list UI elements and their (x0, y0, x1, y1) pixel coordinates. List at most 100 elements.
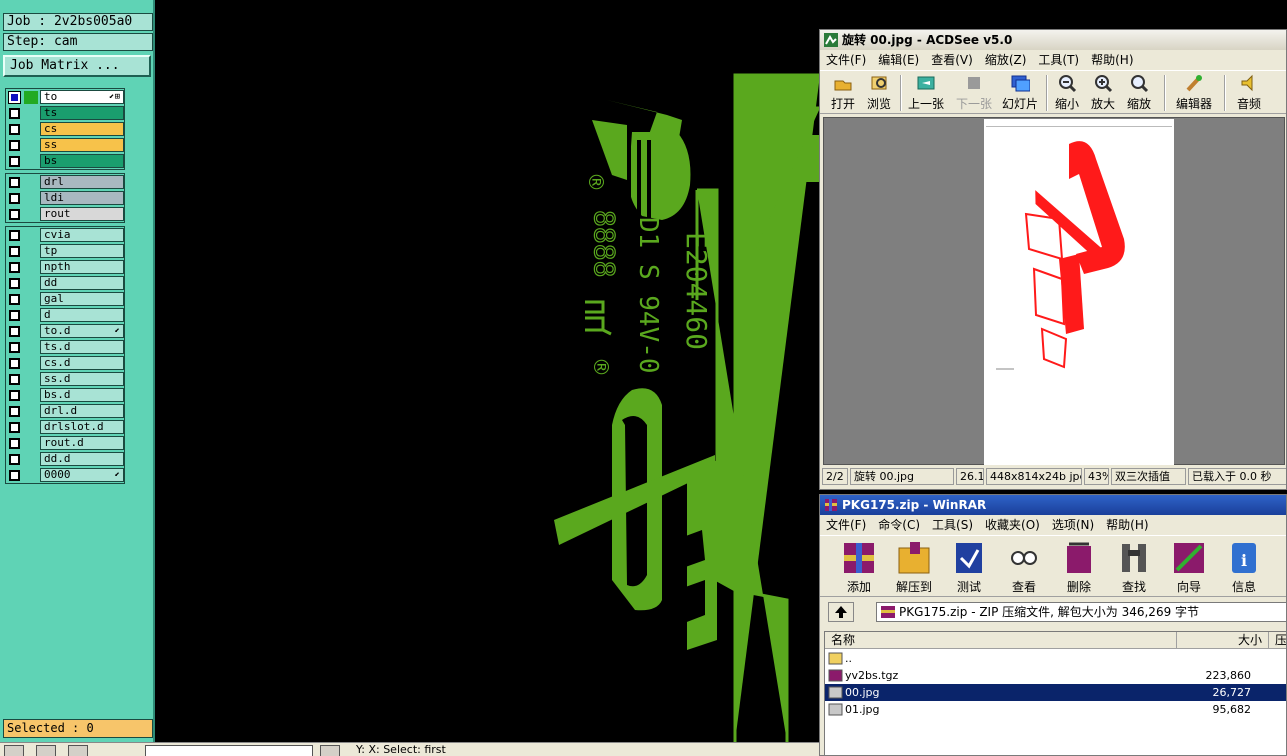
strip-button-1[interactable] (4, 745, 24, 756)
layer-color-swatch[interactable] (24, 373, 38, 386)
layer-name[interactable]: rout.d (40, 436, 124, 450)
winrar-tool-delete-button[interactable]: 删除 (1054, 540, 1104, 595)
file-row[interactable]: .. (825, 650, 1286, 667)
layer-name[interactable]: 0000 ⬋ (40, 468, 124, 482)
layer-checkbox[interactable] (9, 262, 20, 273)
strip-button-2[interactable] (36, 745, 56, 756)
layer-name[interactable]: cs.d (40, 356, 124, 370)
layer-color-swatch[interactable] (24, 453, 38, 466)
layer-checkbox[interactable] (9, 438, 20, 449)
layer-name[interactable]: ss.d (40, 372, 124, 386)
strip-plus-button[interactable] (320, 745, 340, 756)
file-row[interactable]: 01.jpg 95,682 (825, 701, 1286, 718)
menu-item-0[interactable]: 文件(F) (826, 518, 866, 532)
layer-checkbox[interactable] (9, 193, 20, 204)
acdsee-tool-audio-button[interactable]: 音频 (1232, 73, 1266, 112)
acdsee-titlebar[interactable]: 旋转 00.jpg - ACDSee v5.0 (820, 30, 1286, 50)
layer-row-rout[interactable]: rout (6, 206, 124, 222)
layer-name[interactable]: npth (40, 260, 124, 274)
command-input[interactable] (145, 745, 313, 756)
layer-checkbox[interactable] (9, 140, 20, 151)
layer-color-swatch[interactable] (24, 208, 38, 221)
layer-color-swatch[interactable] (24, 277, 38, 290)
layer-color-swatch[interactable] (24, 91, 38, 104)
layer-name[interactable]: cs (40, 122, 124, 136)
layer-row-0000[interactable]: 0000 ⬋ (6, 467, 124, 483)
layer-row-ldi[interactable]: ldi (6, 190, 124, 206)
acdsee-tool-next-button[interactable]: 下一张 (950, 73, 998, 112)
layer-checkbox[interactable] (9, 358, 20, 369)
layer-color-swatch[interactable] (24, 309, 38, 322)
menu-item-2[interactable]: 工具(S) (932, 518, 973, 532)
column-size-header[interactable]: 大小 (1177, 632, 1269, 649)
layer-name[interactable]: drl.d (40, 404, 124, 418)
layer-checkbox[interactable] (9, 454, 20, 465)
layer-row-tp[interactable]: tp (6, 243, 124, 259)
winrar-tool-add-archive-button[interactable]: 添加 (834, 540, 884, 595)
menu-item-1[interactable]: 命令(C) (878, 518, 920, 532)
winrar-tool-find-button[interactable]: 查找 (1109, 540, 1159, 595)
layer-color-swatch[interactable] (24, 389, 38, 402)
layer-color-swatch[interactable] (24, 325, 38, 338)
acdsee-tool-open-folder-button[interactable]: 打开 (826, 73, 860, 112)
layer-name[interactable]: drlslot.d (40, 420, 124, 434)
archive-path-field[interactable]: PKG175.zip - ZIP 压缩文件, 解包大小为 346,269 字节 (876, 602, 1286, 622)
menu-item-4[interactable]: 工具(T) (1038, 53, 1079, 67)
up-one-level-button[interactable] (828, 602, 854, 622)
layer-color-swatch[interactable] (24, 293, 38, 306)
layer-row-cvia[interactable]: cvia (6, 227, 124, 243)
strip-button-3[interactable] (68, 745, 88, 756)
layer-checkbox[interactable] (9, 310, 20, 321)
layer-checkbox[interactable] (9, 156, 20, 167)
image-viewport[interactable] (823, 117, 1285, 465)
layer-name[interactable]: dd.d (40, 452, 124, 466)
layer-checkbox[interactable] (9, 177, 20, 188)
layer-row-ss[interactable]: ss (6, 137, 124, 153)
layer-color-swatch[interactable] (24, 123, 38, 136)
layer-color-swatch[interactable] (24, 176, 38, 189)
pcb-graphics-canvas[interactable]: E204460 D1 S 94V-0 8888 ® ® (157, 0, 820, 742)
layer-row-rout.d[interactable]: rout.d (6, 435, 124, 451)
winrar-tool-wizard-button[interactable]: 向导 (1164, 540, 1214, 595)
layer-name[interactable]: drl (40, 175, 124, 189)
layer-checkbox[interactable] (9, 406, 20, 417)
layer-checkbox[interactable] (9, 470, 20, 481)
job-matrix-button[interactable]: Job Matrix ... (3, 55, 151, 77)
layer-name[interactable]: ts (40, 106, 124, 120)
layer-name[interactable]: gal (40, 292, 124, 306)
layer-row-to.d[interactable]: to.d ⬋ (6, 323, 124, 339)
layer-checkbox[interactable] (9, 390, 20, 401)
layer-checkbox[interactable] (9, 326, 20, 337)
layer-name[interactable]: bs.d (40, 388, 124, 402)
layer-checkbox[interactable] (8, 91, 21, 104)
file-row[interactable]: yv2bs.tgz 223,860 (825, 667, 1286, 684)
layer-checkbox[interactable] (9, 124, 20, 135)
menu-item-5[interactable]: 帮助(H) (1106, 518, 1148, 532)
acdsee-tool-zoom-button[interactable]: 缩放 (1122, 73, 1156, 112)
layer-color-swatch[interactable] (24, 469, 38, 482)
layer-name[interactable]: cvia (40, 228, 124, 242)
layer-color-swatch[interactable] (24, 437, 38, 450)
layer-row-ts[interactable]: ts (6, 105, 124, 121)
layer-row-to[interactable]: to ⬋⊞ (6, 89, 124, 105)
layer-checkbox[interactable] (9, 374, 20, 385)
menu-item-3[interactable]: 收藏夹(O) (985, 518, 1040, 532)
layer-name[interactable]: to ⬋⊞ (40, 90, 124, 104)
layer-color-swatch[interactable] (24, 192, 38, 205)
layer-row-dd[interactable]: dd (6, 275, 124, 291)
winrar-tool-info-button[interactable]: i 信息 (1219, 540, 1269, 595)
winrar-tool-test-button[interactable]: 测试 (944, 540, 994, 595)
layer-color-swatch[interactable] (24, 421, 38, 434)
layer-row-bs[interactable]: bs (6, 153, 124, 169)
layer-row-dd.d[interactable]: dd.d (6, 451, 124, 467)
layer-name[interactable]: ss (40, 138, 124, 152)
file-list[interactable]: 名称 大小 压缩 ..yv2bs.tgz223,86000.jpg26,7270… (824, 631, 1286, 755)
layer-row-cs[interactable]: cs (6, 121, 124, 137)
layer-row-drlslot.d[interactable]: drlslot.d (6, 419, 124, 435)
layer-checkbox[interactable] (9, 209, 20, 220)
menu-item-5[interactable]: 帮助(H) (1091, 53, 1133, 67)
layer-name[interactable]: dd (40, 276, 124, 290)
layer-row-drl.d[interactable]: drl.d (6, 403, 124, 419)
winrar-titlebar[interactable]: PKG175.zip - WinRAR (820, 495, 1286, 515)
layer-checkbox[interactable] (9, 294, 20, 305)
